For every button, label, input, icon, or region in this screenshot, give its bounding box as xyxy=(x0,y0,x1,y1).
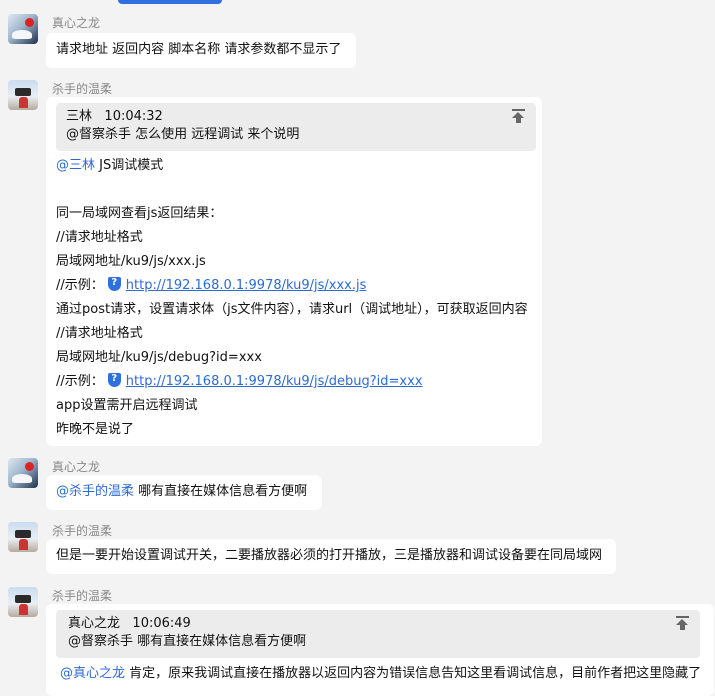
quoted-message[interactable]: 真心之龙 10:06:49 @督察杀手 哪有直接在媒体信息看方便啊 xyxy=(56,610,700,658)
message-bubble[interactable]: 请求地址 返回内容 脚本名称 请求参数都不显示了 xyxy=(46,33,356,68)
message-text: 昨晚不是说了 xyxy=(56,422,135,437)
chat-message: 杀手的温柔 但是一要开始设置调试开关，二要播放器必须的打开播放，三是播放器和调试… xyxy=(8,522,708,578)
message-text: //示例： xyxy=(56,278,104,293)
quote-author: 真心之龙 xyxy=(68,616,121,631)
quote-author: 三林 xyxy=(66,109,93,124)
message-text: 局域网地址/ku9/js/debug?id=xxx xyxy=(56,350,262,365)
message-text: 请求地址 返回内容 脚本名称 请求参数都不显示了 xyxy=(56,42,342,57)
active-tab-indicator xyxy=(118,0,222,4)
message-text: 通过post请求，设置请求体（js文件内容），请求url（调试地址），可获取返回… xyxy=(56,302,528,317)
message-bubble[interactable]: 真心之龙 10:06:49 @督察杀手 哪有直接在媒体信息看方便啊 @真心之龙 … xyxy=(46,604,714,696)
shield-icon xyxy=(107,276,121,291)
sender-name[interactable]: 杀手的温柔 xyxy=(52,80,112,97)
quote-time: 10:06:49 xyxy=(132,616,191,631)
message-text: 肯定，原来我调试直接在播放器以返回内容为错误信息告知这里看调试信息，目前作者把这… xyxy=(125,666,702,681)
message-text: 哪有直接在媒体信息看方便啊 xyxy=(134,484,308,499)
chat-message: 真心之龙 请求地址 返回内容 脚本名称 请求参数都不显示了 xyxy=(8,14,708,70)
quote-time: 10:04:32 xyxy=(104,109,163,124)
mention-link[interactable]: @真心之龙 xyxy=(60,666,125,681)
message-text: //请求地址格式 xyxy=(56,230,143,245)
message-bubble[interactable]: 但是一要开始设置调试开关，二要播放器必须的打开播放，三是播放器和调试设备要在同局… xyxy=(46,539,616,574)
message-text: //示例： xyxy=(56,374,104,389)
mention-link[interactable]: @杀手的温柔 xyxy=(56,484,134,499)
killer-avatar[interactable] xyxy=(8,522,38,552)
chat-message: 真心之龙 @杀手的温柔 哪有直接在媒体信息看方便啊 xyxy=(8,458,708,514)
sender-name[interactable]: 真心之龙 xyxy=(52,14,100,31)
quote-text: @督察杀手 哪有直接在媒体信息看方便啊 xyxy=(68,634,307,649)
dragon-avatar[interactable] xyxy=(8,14,38,44)
mention-link[interactable]: @三林 xyxy=(56,158,95,173)
sender-name[interactable]: 真心之龙 xyxy=(52,458,100,475)
message-text: //请求地址格式 xyxy=(56,326,143,341)
chat-message: 杀手的温柔 三林 10:04:32 @督察杀手 怎么使用 远程调试 来个说明 @… xyxy=(8,80,708,448)
chat-message: 杀手的温柔 真心之龙 10:06:49 @督察杀手 哪有直接在媒体信息看方便啊 … xyxy=(8,587,714,696)
message-text: 但是一要开始设置调试开关，二要播放器必须的打开播放，三是播放器和调试设备要在同局… xyxy=(56,548,603,563)
message-bubble[interactable]: 三林 10:04:32 @督察杀手 怎么使用 远程调试 来个说明 @三林 JS调… xyxy=(46,97,542,446)
pin-icon[interactable] xyxy=(512,109,525,123)
dragon-avatar[interactable] xyxy=(8,458,38,488)
message-bubble[interactable]: @杀手的温柔 哪有直接在媒体信息看方便啊 xyxy=(46,475,322,510)
example-url-link[interactable]: http://192.168.0.1:9978/ku9/js/xxx.js xyxy=(126,278,367,293)
message-text: 同一局域网查看js返回结果： xyxy=(56,206,223,221)
message-text: JS调试模式 xyxy=(95,158,164,173)
killer-avatar[interactable] xyxy=(8,587,38,617)
killer-avatar[interactable] xyxy=(8,80,38,110)
shield-icon xyxy=(107,372,121,387)
sender-name[interactable]: 杀手的温柔 xyxy=(52,587,112,604)
quote-text: @督察杀手 怎么使用 远程调试 来个说明 xyxy=(66,127,300,142)
debug-url-link[interactable]: http://192.168.0.1:9978/ku9/js/debug?id=… xyxy=(126,374,423,389)
message-text: 局域网地址/ku9/js/xxx.js xyxy=(56,254,206,269)
sender-name[interactable]: 杀手的温柔 xyxy=(52,522,112,539)
quoted-message[interactable]: 三林 10:04:32 @督察杀手 怎么使用 远程调试 来个说明 xyxy=(56,103,536,151)
pin-icon[interactable] xyxy=(676,616,689,630)
message-text: app设置需开启远程调试 xyxy=(56,398,198,413)
